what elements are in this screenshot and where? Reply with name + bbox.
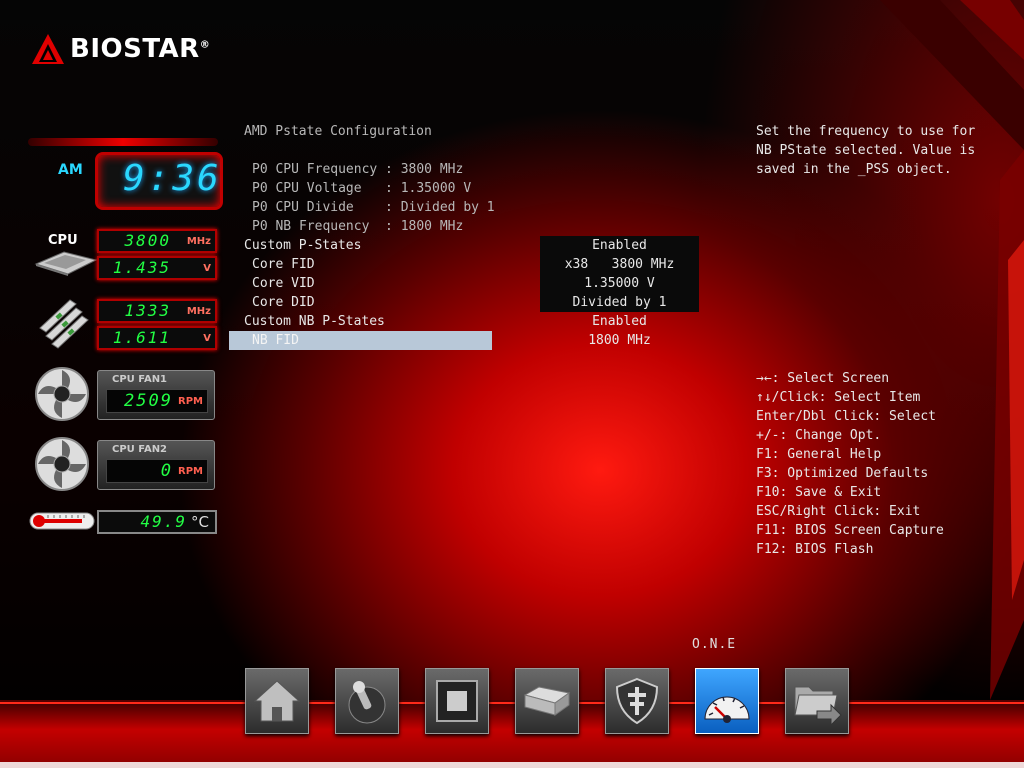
- cpu-fan1-unit: RPM: [178, 396, 203, 407]
- joystick-icon: [348, 681, 386, 724]
- cpu-fan1-value: 2509: [124, 391, 173, 411]
- custom-p-states-value[interactable]: Enabled: [540, 236, 699, 255]
- help-description-line: NB PState selected. Value is: [756, 143, 976, 158]
- memory-frequency-readout: 1333 MHz: [97, 299, 217, 323]
- biostar-logo: BIOSTAR®: [30, 32, 210, 66]
- cpu-voltage-readout: 1.435 V: [97, 256, 217, 280]
- clock-ampm: AM: [58, 162, 83, 178]
- help-key-exit: ESC/Right Click: Exit: [756, 504, 921, 519]
- cpu-fan2-panel: CPU FAN2 0 RPM: [97, 440, 215, 490]
- nb-fid-value[interactable]: 1800 MHz: [540, 331, 699, 350]
- cpu-fan2-unit: RPM: [178, 466, 203, 477]
- help-key-optimized-defaults: F3: Optimized Defaults: [756, 466, 929, 481]
- cpu-fan1-title: CPU FAN1: [112, 374, 168, 385]
- memory-icon: [39, 299, 89, 349]
- menu-item-nb-fid[interactable]: NB FID: [252, 331, 299, 350]
- cpu-fan2-value: 0: [160, 461, 173, 481]
- memory-frequency-unit: MHz: [186, 306, 211, 317]
- menu-item-custom-p-states[interactable]: Custom P-States: [244, 236, 361, 255]
- nav-exit-button[interactable]: [785, 668, 849, 734]
- cpu-fan1-icon: [35, 367, 89, 421]
- temperature-unit: °C: [191, 513, 209, 531]
- help-key-select-screen: →←: Select Screen: [756, 371, 890, 386]
- cpu-fan2-title: CPU FAN2: [112, 444, 168, 455]
- cpu-voltage-unit: V: [203, 263, 211, 274]
- cpu-fan2-display: 0 RPM: [106, 459, 208, 483]
- temperature-value: 49.9: [140, 512, 187, 531]
- info-line: P0 CPU Frequency : 3800 MHz: [252, 162, 464, 177]
- info-line: P0 NB Frequency : 1800 MHz: [252, 219, 464, 234]
- help-key-screen-capture: F11: BIOS Screen Capture: [756, 523, 944, 538]
- cpu-frequency-value: 3800: [124, 231, 171, 250]
- thermometer-icon: [29, 512, 95, 530]
- nav-boot-button[interactable]: [515, 668, 579, 734]
- core-vid-value[interactable]: 1.35000 V: [540, 274, 699, 293]
- cpu-fan1-display: 2509 RPM: [106, 389, 208, 413]
- chip-icon: [436, 680, 478, 722]
- core-fid-value[interactable]: x38 3800 MHz: [540, 255, 699, 274]
- page-title: AMD Pstate Configuration: [244, 124, 432, 139]
- memory-voltage-unit: V: [203, 333, 211, 344]
- drive-icon: [523, 686, 571, 716]
- bottom-bar: [0, 702, 1024, 768]
- help-key-general-help: F1: General Help: [756, 447, 882, 462]
- home-icon: [253, 680, 301, 722]
- menu-item-core-did[interactable]: Core DID: [252, 293, 315, 312]
- shield-icon: [615, 677, 659, 725]
- info-line: P0 CPU Divide : Divided by 1: [252, 200, 495, 215]
- menu-item-core-fid[interactable]: Core FID: [252, 255, 315, 274]
- info-line: P0 CPU Voltage : 1.35000 V: [252, 181, 472, 196]
- active-tab-label: O.N.E: [692, 637, 737, 652]
- nav-security-button[interactable]: [605, 668, 669, 734]
- nav-main-button[interactable]: [245, 668, 309, 734]
- cpu-voltage-value: 1.435: [112, 258, 171, 277]
- clock-top-line: [28, 138, 218, 146]
- help-key-change-opt: +/-: Change Opt.: [756, 428, 882, 443]
- folder-exit-icon: [794, 686, 842, 727]
- memory-voltage-readout: 1.611 V: [97, 326, 217, 350]
- memory-voltage-value: 1.611: [112, 328, 171, 347]
- cpu-frequency-unit: MHz: [186, 236, 211, 247]
- nav-advanced-button[interactable]: [335, 668, 399, 734]
- cpu-fan1-panel: CPU FAN1 2509 RPM: [97, 370, 215, 420]
- clock-time: 9:36: [123, 158, 222, 199]
- biostar-logo-icon: [32, 34, 64, 64]
- custom-nb-p-states-value[interactable]: Enabled: [540, 312, 699, 331]
- temperature-readout: 49.9 °C: [97, 510, 217, 534]
- cpu-fan2-icon: [35, 437, 89, 491]
- memory-frequency-value: 1333: [124, 301, 171, 320]
- help-key-save-exit: F10: Save & Exit: [756, 485, 882, 500]
- cpu-frequency-readout: 3800 MHz: [97, 229, 217, 253]
- nav-chipset-button[interactable]: [425, 668, 489, 734]
- brand-name: BIOSTAR®: [70, 34, 211, 64]
- menu-item-core-vid[interactable]: Core VID: [252, 274, 315, 293]
- cpu-chip-icon: [34, 251, 98, 276]
- bottom-edge: [0, 762, 1024, 768]
- core-did-value[interactable]: Divided by 1: [540, 293, 699, 312]
- help-key-bios-flash: F12: BIOS Flash: [756, 542, 874, 557]
- speedometer-icon: [704, 696, 750, 723]
- help-key-select-item: ↑↓/Click: Select Item: [756, 390, 921, 405]
- help-description-line: saved in the _PSS object.: [756, 162, 952, 177]
- help-description-line: Set the frequency to use for: [756, 124, 976, 139]
- help-key-select: Enter/Dbl Click: Select: [756, 409, 937, 424]
- menu-item-custom-nb-p-states[interactable]: Custom NB P-States: [244, 312, 385, 331]
- nav-one-button[interactable]: [695, 668, 759, 734]
